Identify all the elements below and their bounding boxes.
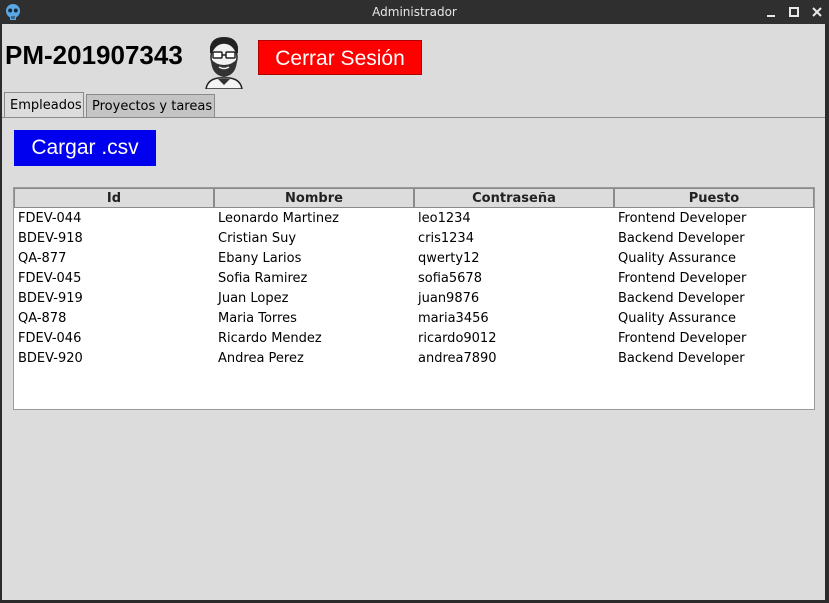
- cell-nombre: Sofia Ramirez: [218, 271, 308, 286]
- close-icon[interactable]: [808, 3, 826, 21]
- cell-id: BDEV-918: [18, 231, 83, 246]
- cell-contrasena: maria3456: [418, 311, 489, 326]
- tab-proyectos-tareas[interactable]: Proyectos y tareas: [86, 94, 215, 117]
- cell-nombre: Leonardo Martinez: [218, 211, 339, 226]
- user-code-label: PM-201907343: [5, 40, 183, 70]
- cell-puesto: Frontend Developer: [618, 211, 747, 226]
- table-row[interactable]: QA-877 Ebany Larios qwerty12 Quality Ass…: [14, 249, 814, 269]
- column-header-puesto[interactable]: Puesto: [614, 188, 814, 208]
- logout-button[interactable]: Cerrar Sesión: [258, 40, 422, 75]
- empleados-panel: Cargar .csv Id Nombre Contraseña Puesto …: [2, 117, 825, 600]
- title-bar[interactable]: Administrador: [0, 0, 829, 24]
- cell-contrasena: sofia5678: [418, 271, 482, 286]
- cell-puesto: Quality Assurance: [618, 311, 736, 326]
- tab-empleados[interactable]: Empleados: [4, 92, 84, 118]
- cell-id: QA-877: [18, 251, 67, 266]
- cell-id: QA-878: [18, 311, 67, 326]
- load-csv-button[interactable]: Cargar .csv: [14, 130, 156, 166]
- column-header-nombre[interactable]: Nombre: [214, 188, 414, 208]
- column-header-contrasena[interactable]: Contraseña: [414, 188, 614, 208]
- table-body: FDEV-044 Leonardo Martinez leo1234 Front…: [14, 209, 814, 369]
- table-row[interactable]: BDEV-919 Juan Lopez juan9876 Backend Dev…: [14, 289, 814, 309]
- cell-contrasena: andrea7890: [418, 351, 497, 366]
- window-title: Administrador: [372, 5, 457, 19]
- cell-id: FDEV-044: [18, 211, 82, 226]
- table-row[interactable]: QA-878 Maria Torres maria3456 Quality As…: [14, 309, 814, 329]
- app-window: Administrador PM-201907343 Cerrar Sesión…: [0, 0, 829, 603]
- maximize-icon[interactable]: [785, 3, 803, 21]
- table-row[interactable]: BDEV-918 Cristian Suy cris1234 Backend D…: [14, 229, 814, 249]
- cell-puesto: Backend Developer: [618, 291, 745, 306]
- table-header: Id Nombre Contraseña Puesto: [14, 188, 814, 208]
- employees-table[interactable]: Id Nombre Contraseña Puesto FDEV-044 Leo…: [13, 187, 815, 410]
- minimize-icon[interactable]: [762, 3, 780, 21]
- cell-contrasena: ricardo9012: [418, 331, 497, 346]
- cell-id: BDEV-919: [18, 291, 83, 306]
- cell-nombre: Ricardo Mendez: [218, 331, 322, 346]
- cell-contrasena: leo1234: [418, 211, 471, 226]
- cell-puesto: Backend Developer: [618, 351, 745, 366]
- cell-nombre: Juan Lopez: [218, 291, 289, 306]
- cell-contrasena: juan9876: [418, 291, 480, 306]
- cell-nombre: Ebany Larios: [218, 251, 302, 266]
- column-header-id[interactable]: Id: [14, 188, 214, 208]
- cell-id: BDEV-920: [18, 351, 83, 366]
- cell-puesto: Frontend Developer: [618, 331, 747, 346]
- cell-puesto: Frontend Developer: [618, 271, 747, 286]
- cell-contrasena: cris1234: [418, 231, 474, 246]
- cell-id: FDEV-045: [18, 271, 82, 286]
- cell-nombre: Andrea Perez: [218, 351, 304, 366]
- table-row[interactable]: FDEV-046 Ricardo Mendez ricardo9012 Fron…: [14, 329, 814, 349]
- cell-nombre: Maria Torres: [218, 311, 297, 326]
- cell-contrasena: qwerty12: [418, 251, 480, 266]
- cell-puesto: Quality Assurance: [618, 251, 736, 266]
- cell-nombre: Cristian Suy: [218, 231, 297, 246]
- cell-id: FDEV-046: [18, 331, 82, 346]
- main-content: PM-201907343 Cerrar Sesión Empleados Pro…: [2, 24, 825, 600]
- cell-puesto: Backend Developer: [618, 231, 745, 246]
- bearded-man-avatar-icon: [205, 37, 243, 89]
- table-row[interactable]: FDEV-044 Leonardo Martinez leo1234 Front…: [14, 209, 814, 229]
- table-row[interactable]: FDEV-045 Sofia Ramirez sofia5678 Fronten…: [14, 269, 814, 289]
- table-row[interactable]: BDEV-920 Andrea Perez andrea7890 Backend…: [14, 349, 814, 369]
